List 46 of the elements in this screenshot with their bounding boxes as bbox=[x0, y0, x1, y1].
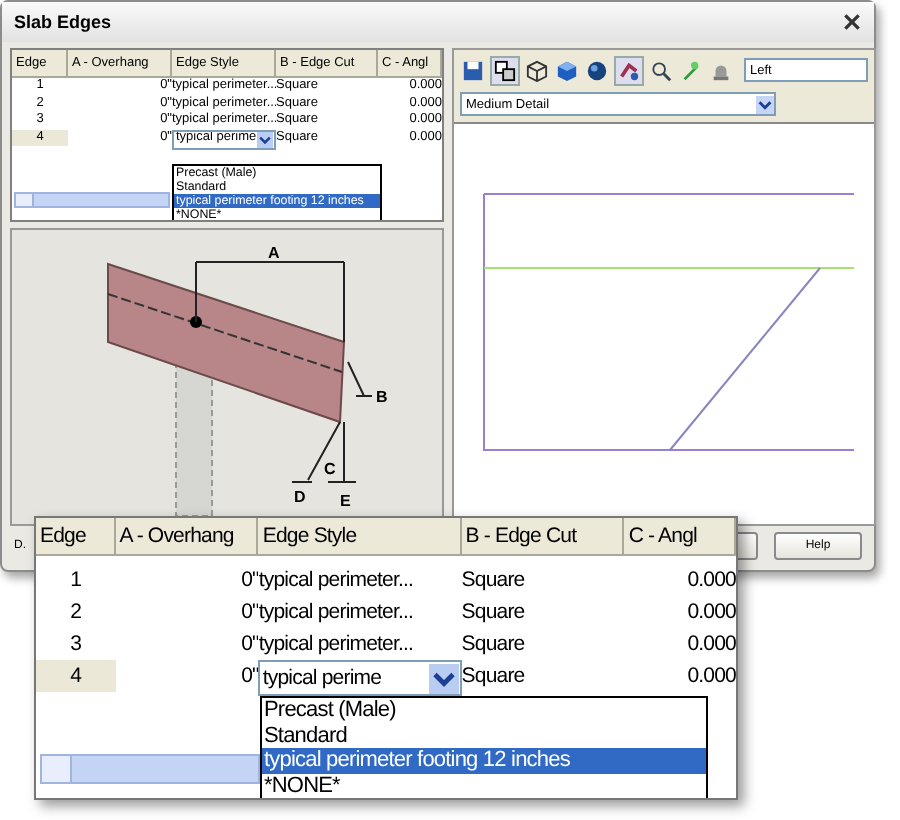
column-header[interactable]: A - Overhang bbox=[115, 518, 259, 554]
table-cell-text: typical perimeter... bbox=[258, 566, 416, 596]
edge-cell: 4 bbox=[36, 660, 116, 692]
table-cell-text: 0" bbox=[239, 662, 259, 692]
column-header[interactable]: C - Angl bbox=[624, 518, 736, 554]
dimension-label: D bbox=[294, 487, 306, 506]
window-title: Slab Edges bbox=[14, 12, 112, 32]
table-cell-text: 0.000 bbox=[685, 598, 736, 628]
save-icon[interactable] bbox=[460, 57, 486, 83]
dropdown-option[interactable]: Precast (Male) bbox=[262, 698, 706, 723]
dropdown-option[interactable]: Standard bbox=[262, 723, 706, 748]
dropdown-arrow-icon[interactable] bbox=[256, 131, 274, 147]
column-header[interactable]: Edge bbox=[36, 518, 116, 554]
dimension-label: E bbox=[340, 491, 351, 510]
horizontal-scrollbar[interactable] bbox=[40, 754, 260, 784]
table-cell-text: Square bbox=[461, 630, 527, 660]
table-cell-text: 0" bbox=[239, 598, 259, 628]
column-header[interactable]: Edge Style bbox=[258, 518, 462, 554]
zoom-icon[interactable] bbox=[648, 57, 674, 83]
dimension-label: B bbox=[376, 387, 388, 406]
table-cell-text: 0.000 bbox=[685, 566, 736, 596]
dimension-label: A bbox=[268, 243, 280, 262]
table-cell-text: 0.000 bbox=[685, 630, 736, 660]
table-cell-text: Square bbox=[461, 566, 527, 596]
table-cell-text: typical perimeter... bbox=[258, 630, 416, 660]
dimension-label: C bbox=[324, 459, 336, 478]
dropdown-option[interactable]: typical perimeter footing 12 inches bbox=[262, 748, 706, 773]
box-icon[interactable] bbox=[554, 57, 580, 83]
edge-cell-text: 1 bbox=[68, 566, 84, 596]
edge-cell-text: 2 bbox=[68, 598, 84, 628]
edge-style-combo[interactable]: typical perime bbox=[258, 660, 462, 696]
table-cell-text: 0.000 bbox=[685, 662, 736, 692]
edge-cell-text: 3 bbox=[68, 630, 84, 660]
table-cell-text: Square bbox=[461, 598, 527, 628]
boxes-icon[interactable] bbox=[490, 55, 520, 85]
cube-icon[interactable] bbox=[524, 57, 550, 83]
horizontal-scrollbar[interactable] bbox=[14, 192, 170, 208]
sphere-icon[interactable] bbox=[584, 57, 610, 83]
column-header[interactable]: B - Edge Cut bbox=[461, 518, 625, 554]
close-icon[interactable] bbox=[842, 12, 862, 32]
table-cell-text: 0" bbox=[239, 630, 259, 660]
table-cell-text: Square bbox=[461, 662, 527, 692]
table-cell-text: 0" bbox=[239, 566, 259, 596]
dropdown-arrow-icon[interactable] bbox=[756, 95, 774, 113]
dropdown-option[interactable]: *NONE* bbox=[262, 773, 706, 798]
table-cell-text: typical perimeter... bbox=[258, 598, 416, 628]
